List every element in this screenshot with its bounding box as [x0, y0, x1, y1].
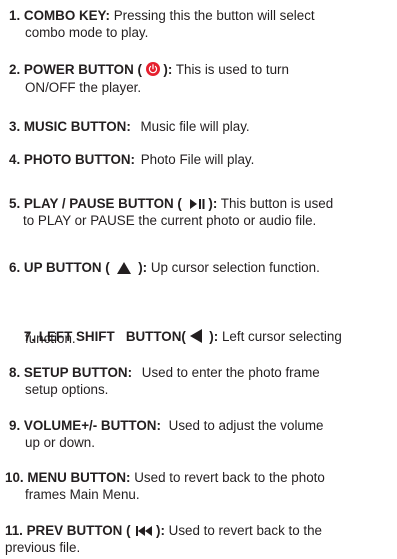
item-title: PREV BUTTON (	[26, 523, 131, 538]
item-number: 9.	[9, 418, 21, 433]
item-description: combo mode to play.	[25, 25, 149, 40]
item-description: This is used to turn	[175, 62, 289, 77]
item-title: UP BUTTON (	[23, 260, 110, 275]
item-line: frames Main Menu.	[25, 487, 140, 502]
power-icon	[145, 62, 160, 76]
item-description: Up cursor selection function.	[150, 260, 320, 275]
item-title: SETUP BUTTON:	[23, 365, 133, 380]
item-description: Used to enter the photo frame	[141, 365, 320, 380]
item-title: COMBO KEY:	[23, 8, 110, 23]
item-description: Pressing this the button will select	[113, 8, 315, 23]
item-number: 6.	[9, 260, 21, 275]
item-number: 8.	[9, 365, 21, 380]
item-line: 5. PLAY / PAUSE BUTTON ( ): This button …	[9, 196, 333, 213]
item-line: previous file.	[5, 540, 80, 555]
item-line: 3. MUSIC BUTTON: Music file will play.	[9, 119, 250, 134]
item-title-suffix: ):	[138, 260, 148, 275]
item-description: This button is used	[220, 196, 334, 211]
item-title-suffix: ):	[208, 196, 218, 211]
item-description: Used to revert back to the photo	[134, 470, 325, 485]
item-title: MENU BUTTON:	[27, 470, 131, 485]
item-line: to PLAY or PAUSE the current photo or au…	[23, 213, 316, 228]
item-description: frames Main Menu.	[25, 487, 140, 502]
item-line: 1. COMBO KEY: Pressing this the button w…	[9, 8, 315, 23]
item-title: PHOTO BUTTON:	[23, 152, 135, 167]
up-triangle-icon	[117, 262, 132, 277]
item-line: 6. UP BUTTON ( ): Up cursor selection fu…	[9, 260, 320, 277]
item-description: Left cursor selecting	[221, 329, 342, 344]
item-description: setup options.	[25, 382, 109, 397]
item-title-suffix: ):	[163, 62, 173, 77]
item-description: Used to adjust the volume	[168, 418, 324, 433]
item-number: 11.	[5, 523, 23, 538]
item-description: Music file will play.	[140, 119, 250, 134]
prev-icon	[136, 525, 153, 540]
item-line: 2. POWER BUTTON ( ): This is used to tur…	[9, 62, 289, 77]
item-title: POWER BUTTON (	[23, 62, 142, 77]
item-number: 3.	[9, 119, 21, 134]
item-number: 1.	[9, 8, 21, 23]
item-line: 11. PREV BUTTON ( ): Used to revert back…	[5, 523, 322, 540]
item-line: ON/OFF the player.	[25, 80, 141, 95]
item-line: 8. SETUP BUTTON: Used to enter the photo…	[9, 365, 320, 380]
item-line: combo mode to play.	[25, 25, 148, 40]
item-description: to PLAY or PAUSE the current photo or au…	[23, 213, 317, 228]
item-line: setup options.	[25, 382, 108, 397]
item-title-suffix: ):	[209, 329, 219, 344]
item-number: 2.	[9, 62, 21, 77]
item-description: function.	[25, 331, 76, 346]
item-number: 10.	[5, 470, 24, 485]
item-line: up or down.	[25, 435, 95, 450]
item-title: VOLUME+/- BUTTON:	[23, 418, 161, 433]
item-line: 4. PHOTO BUTTON: Photo File will play.	[9, 152, 254, 167]
item-number: 4.	[9, 152, 21, 167]
play-pause-icon	[189, 198, 205, 213]
item-description: up or down.	[25, 435, 95, 450]
item-description: previous file.	[5, 540, 81, 555]
item-title: PLAY / PAUSE BUTTON (	[23, 196, 182, 211]
item-line: function.	[25, 331, 76, 346]
item-description: Used to revert back to the	[168, 523, 322, 538]
item-description: Photo File will play.	[140, 152, 255, 167]
item-title: MUSIC BUTTON:	[23, 119, 131, 134]
left-triangle-icon	[189, 329, 202, 346]
item-line: 9. VOLUME+/- BUTTON: Used to adjust the …	[9, 418, 323, 433]
item-line: 10. MENU BUTTON: Used to revert back to …	[5, 470, 325, 485]
item-number: 5.	[9, 196, 21, 211]
item-title-suffix: ):	[156, 523, 165, 538]
item-description: ON/OFF the player.	[25, 80, 142, 95]
